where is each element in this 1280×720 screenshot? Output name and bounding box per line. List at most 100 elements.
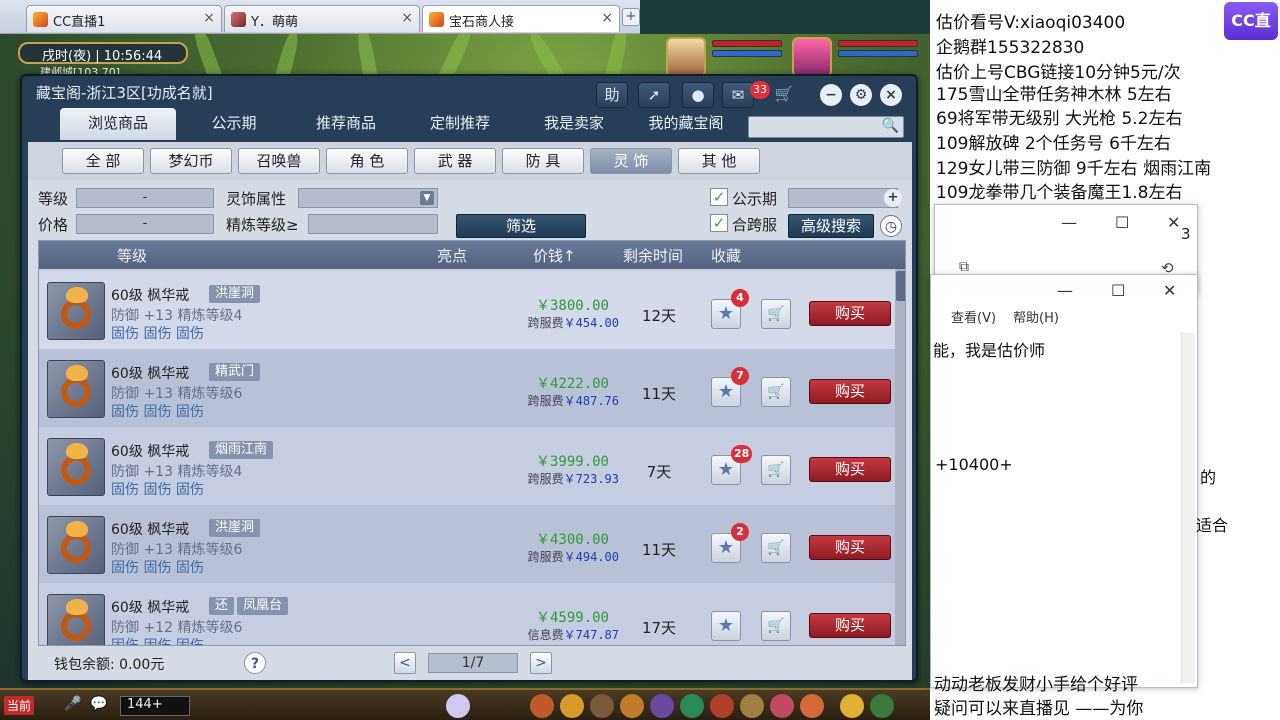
tab-public[interactable]: 公示期 (176, 108, 292, 140)
header-remain[interactable]: 剩余时间 (623, 245, 683, 266)
chevron-down-icon[interactable]: ▼ (420, 191, 434, 205)
channel-selector[interactable]: 当前 (4, 696, 35, 715)
search-icon[interactable]: 🔍 (882, 118, 899, 134)
skill-icon[interactable] (590, 694, 614, 718)
quest-icon[interactable] (620, 694, 644, 718)
buy-button[interactable]: 购买 (809, 457, 891, 482)
tab-custom[interactable]: 定制推荐 (402, 108, 518, 140)
notepad-scrollbar[interactable] (1181, 333, 1195, 683)
tab-browse[interactable]: 浏览商品 (60, 108, 176, 140)
close-icon[interactable]: × (880, 84, 902, 106)
chat-input[interactable]: 144+ (120, 696, 190, 716)
microphone-icon[interactable]: 🎤 (64, 696, 81, 712)
table-row[interactable]: 60级 枫华戒 洪崖洞 防御 +13 精炼等级4 固伤 固伤 固伤 ￥3800.… (39, 271, 895, 349)
cart-icon[interactable]: 🛒 (761, 299, 791, 329)
minimize-icon[interactable]: — (1057, 281, 1073, 300)
table-row[interactable]: 60级 枫华戒 烟雨江南 防御 +13 精炼等级4 固伤 固伤 固伤 ￥3999… (39, 427, 895, 505)
activity-icon[interactable] (800, 694, 824, 718)
scroll-thumb[interactable] (896, 271, 905, 301)
share-icon[interactable]: ➚ (638, 82, 670, 108)
category-gold[interactable]: 梦幻币 (150, 148, 232, 174)
category-all[interactable]: 全 部 (62, 148, 144, 174)
ring-item-icon[interactable] (47, 594, 105, 645)
table-row[interactable]: 60级 枫华戒 精武门 防御 +13 精炼等级6 固伤 固伤 固伤 ￥4222.… (39, 349, 895, 427)
minimize-icon[interactable]: − (820, 84, 842, 106)
character-portrait[interactable] (792, 37, 832, 77)
character-icon[interactable] (446, 694, 470, 718)
gear-icon[interactable]: ⚙ (850, 84, 872, 106)
category-pet[interactable]: 召唤兽 (238, 148, 320, 174)
record-icon[interactable]: ● (682, 82, 714, 108)
shop-icon[interactable] (740, 694, 764, 718)
ring-item-icon[interactable] (47, 360, 105, 418)
smile-icon[interactable] (840, 694, 864, 718)
maximize-icon[interactable]: ☐ (1115, 213, 1129, 232)
ring-item-icon[interactable] (47, 438, 105, 496)
category-ornament[interactable]: 灵 饰 (590, 148, 672, 174)
close-icon[interactable]: × (401, 10, 413, 26)
search-input[interactable]: 🔍 (748, 116, 904, 138)
system-icon[interactable] (870, 694, 894, 718)
advanced-search-button[interactable]: 高级搜索 (788, 214, 874, 238)
add-icon[interactable]: + (884, 189, 902, 207)
cart-icon[interactable]: 🛒 (761, 455, 791, 485)
buy-button[interactable]: 购买 (809, 535, 891, 560)
tab-my-cbg[interactable]: 我的藏宝阁 (628, 108, 744, 140)
ring-item-icon[interactable] (47, 516, 105, 574)
public-period-input[interactable] (788, 188, 898, 208)
bag-icon[interactable] (530, 694, 554, 718)
browser-tab-3[interactable]: 宝石商人接 × (422, 5, 620, 32)
peach-icon[interactable] (770, 694, 794, 718)
message-icon[interactable]: ✉ (722, 82, 754, 108)
level-range-input[interactable]: - (76, 188, 214, 208)
pet-portrait[interactable] (666, 37, 706, 77)
close-icon[interactable]: × (203, 10, 215, 26)
cart-icon[interactable]: 🛒 (761, 533, 791, 563)
help-icon[interactable]: ? (244, 652, 266, 674)
cart-icon[interactable]: 🛒 (761, 611, 791, 641)
buy-button[interactable]: 购买 (809, 379, 891, 404)
help-button[interactable]: 助 (596, 82, 628, 108)
chat-icon[interactable]: 💬 (90, 696, 107, 712)
new-tab-button[interactable]: + (622, 8, 640, 26)
category-role[interactable]: 角 色 (326, 148, 408, 174)
table-row[interactable]: 60级 枫华戒 洪崖洞 防御 +13 精炼等级6 固伤 固伤 固伤 ￥4300.… (39, 505, 895, 583)
prev-page-button[interactable]: < (394, 652, 416, 674)
menu-view[interactable]: 查看(V) (951, 307, 996, 326)
tab-recommend[interactable]: 推荐商品 (288, 108, 404, 140)
browser-tab-2[interactable]: Y．萌萌 × (224, 5, 420, 32)
public-period-checkbox[interactable]: ✓ (710, 188, 728, 206)
buy-button[interactable]: 购买 (809, 301, 891, 326)
next-page-button[interactable]: > (530, 652, 552, 674)
buy-button[interactable]: 购买 (809, 613, 891, 638)
header-price[interactable]: 价钱↑ (533, 245, 576, 266)
table-row[interactable]: 60级 枫华戒 还 凤凰台 防御 +12 精炼等级6 固伤 固伤 固伤 ￥459… (39, 583, 895, 645)
friends-icon[interactable] (680, 694, 704, 718)
window-icon[interactable]: ⧉ (959, 259, 969, 275)
category-armor[interactable]: 防 具 (502, 148, 584, 174)
close-icon[interactable]: ✕ (1163, 281, 1176, 300)
clock-icon[interactable]: ◷ (880, 215, 902, 237)
team-icon[interactable] (650, 694, 674, 718)
category-weapon[interactable]: 武 器 (414, 148, 496, 174)
refine-level-input[interactable] (308, 214, 438, 234)
cart-icon[interactable]: 🛒 (761, 377, 791, 407)
ring-item-icon[interactable] (47, 282, 105, 340)
price-range-input[interactable]: - (76, 214, 214, 234)
attr-select[interactable] (298, 188, 438, 208)
list-scrollbar[interactable] (895, 269, 905, 645)
tab-seller[interactable]: 我是卖家 (516, 108, 632, 140)
cross-server-checkbox[interactable]: ✓ (710, 214, 728, 232)
browser-tab-1[interactable]: CC直播1 × (26, 5, 222, 32)
equipment-icon[interactable] (560, 694, 584, 718)
gift-icon[interactable] (710, 694, 734, 718)
close-icon[interactable]: × (601, 10, 613, 26)
star-icon[interactable]: ★ (711, 611, 741, 641)
maximize-icon[interactable]: ☐ (1111, 281, 1125, 300)
category-other[interactable]: 其 他 (678, 148, 760, 174)
close-icon[interactable]: ✕ (1167, 213, 1180, 232)
filter-button[interactable]: 筛选 (456, 214, 586, 238)
menu-help[interactable]: 帮助(H) (1013, 307, 1059, 326)
cart-icon[interactable]: 🛒 (768, 82, 800, 108)
minimize-icon[interactable]: — (1061, 213, 1077, 232)
